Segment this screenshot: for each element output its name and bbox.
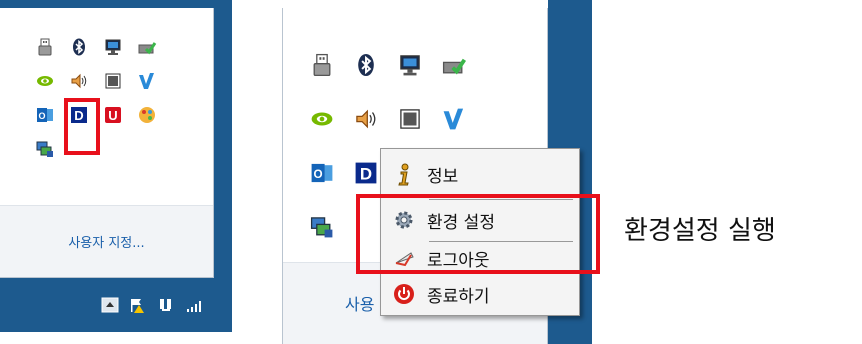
usb-drive-icon[interactable]	[28, 30, 62, 64]
menu-item-label: 종료하기	[427, 286, 490, 307]
bluetooth-icon[interactable]	[62, 30, 96, 64]
menu-item-exit[interactable]: 종료하기	[381, 275, 581, 313]
network-check-icon[interactable]	[130, 30, 164, 64]
customize-link-partial[interactable]: 사용	[345, 291, 374, 315]
window-icon[interactable]	[96, 64, 130, 98]
outlook-icon[interactable]: O	[300, 146, 344, 200]
menu-item-label: 정보	[427, 166, 459, 187]
window-icon[interactable]	[388, 92, 432, 146]
nvidia-icon[interactable]	[300, 92, 344, 146]
power-icon	[381, 283, 427, 305]
svg-text:D: D	[360, 165, 372, 184]
vmware-icon[interactable]	[432, 92, 476, 146]
action-center-flag-icon[interactable]	[128, 296, 148, 314]
callout-text: 환경설정 실행	[624, 216, 776, 246]
speaker-icon[interactable]	[344, 92, 388, 146]
taskbar	[0, 278, 232, 332]
vmware-icon[interactable]	[130, 64, 164, 98]
info-icon	[381, 162, 427, 186]
outlook-icon[interactable]: O	[28, 98, 62, 132]
network-check-icon[interactable]	[432, 38, 476, 92]
signal-bars-icon[interactable]	[184, 296, 204, 314]
menu-item-info[interactable]: 정보	[381, 155, 581, 193]
svg-text:U: U	[108, 108, 117, 123]
left-tray-footer: 사용자 지정...	[0, 205, 213, 277]
network-monitor-icon[interactable]	[388, 38, 432, 92]
nvidia-icon[interactable]	[28, 64, 62, 98]
d-app-highlight-box	[64, 98, 100, 155]
color-palette-icon[interactable]	[130, 98, 164, 132]
stage: 사용자 지정... O D U 사용 O D 정보 환경 설정 로그아웃 종료하…	[0, 0, 862, 344]
network-monitor-icon[interactable]	[96, 30, 130, 64]
customize-link[interactable]: 사용자 지정...	[0, 232, 213, 251]
network-update-icon[interactable]	[28, 132, 62, 166]
settings-highlight-box	[356, 194, 600, 274]
u-app-icon[interactable]: U	[96, 98, 130, 132]
network-icon[interactable]	[156, 296, 176, 314]
show-hidden-icons-button[interactable]	[100, 296, 120, 314]
network-update-icon[interactable]	[300, 200, 344, 254]
bluetooth-icon[interactable]	[344, 38, 388, 92]
speaker-icon[interactable]	[62, 64, 96, 98]
usb-drive-icon[interactable]	[300, 38, 344, 92]
svg-text:O: O	[314, 168, 323, 181]
svg-text:O: O	[38, 111, 45, 121]
